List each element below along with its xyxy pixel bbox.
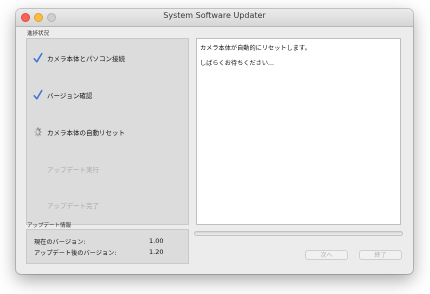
update-progress-bar [194, 231, 403, 236]
step-label: バージョン確認 [47, 92, 93, 100]
log-line: しばらくお待ちください... [200, 60, 274, 67]
new-version-row: アップデート後のバージョン: 1.20 [34, 248, 184, 257]
spinner-icon [34, 127, 42, 137]
step-label: カメラ本体の自動リセット [47, 129, 125, 137]
new-version-value: 1.20 [149, 248, 164, 256]
current-version-row: 現在のバージョン: 1.00 [34, 237, 184, 246]
step-label: アップデート完了 [47, 202, 99, 210]
log-line: カメラ本体が自動的にリセットします。 [200, 45, 311, 52]
finish-button[interactable]: 終了 [359, 250, 402, 260]
updater-window: System Software Updater 進捗状況 カメラ本体とパソコン接… [16, 9, 413, 274]
title-bar: System Software Updater [16, 9, 413, 27]
current-version-label: 現在のバージョン: [34, 239, 86, 246]
step-auto-reset: カメラ本体の自動リセット [27, 126, 190, 138]
next-button[interactable]: 次へ [305, 250, 348, 260]
progress-heading: 進捗状況 [27, 31, 50, 37]
step-update-complete: アップデート完了 [27, 199, 190, 211]
step-label: カメラ本体とパソコン接続 [47, 55, 125, 63]
update-info-heading: アップデート情報 [27, 223, 72, 229]
update-info-panel: 現在のバージョン: 1.00 アップデート後のバージョン: 1.20 [26, 229, 189, 264]
step-run-update: アップデート実行 [27, 163, 190, 175]
checkmark-icon [33, 89, 43, 100]
window-title: System Software Updater [163, 11, 266, 20]
new-version-label: アップデート後のバージョン: [34, 250, 117, 257]
step-label: アップデート実行 [47, 166, 99, 174]
current-version-value: 1.00 [149, 237, 164, 245]
step-camera-connect: カメラ本体とパソコン接続 [27, 52, 190, 64]
checkmark-icon [33, 52, 43, 63]
status-log: カメラ本体が自動的にリセットします。 しばらくお待ちください... [196, 38, 401, 225]
progress-panel: カメラ本体とパソコン接続 バージョン確認 カメラ本体の自動リセット アップデート… [26, 38, 189, 225]
step-version-check: バージョン確認 [27, 89, 190, 101]
